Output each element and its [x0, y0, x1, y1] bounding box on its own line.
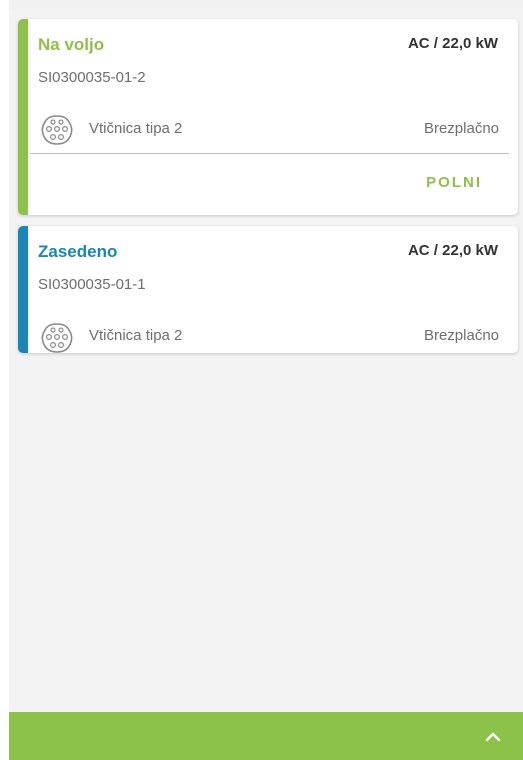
connector-id: SI0300035-01-1: [38, 276, 146, 293]
connector-id: SI0300035-01-2: [38, 69, 146, 86]
charge-button[interactable]: POLNI: [418, 168, 490, 197]
price-label: Brezplačno: [423, 120, 499, 137]
type2-plug-icon: [41, 323, 73, 353]
connector-card-available[interactable]: Na voljo AC / 22,0 kW SI0300035-01-2 Vti…: [18, 19, 518, 215]
connector-status: Na voljo: [38, 35, 105, 54]
plug-type-label: Vtičnica tipa 2: [89, 120, 183, 137]
price-label: Brezplačno: [423, 327, 499, 344]
status-stripe: [18, 19, 28, 215]
connector-power: AC / 22,0 kW: [407, 35, 498, 52]
connector-status: Zasedeno: [38, 242, 118, 261]
plug-type-label: Vtičnica tipa 2: [89, 327, 183, 344]
type2-plug-icon: [41, 115, 73, 145]
connector-list-screen: Na voljo AC / 22,0 kW SI0300035-01-2 Vti…: [0, 0, 523, 760]
bottom-bar[interactable]: [9, 712, 523, 760]
connector-power: AC / 22,0 kW: [407, 242, 498, 259]
card-divider: [30, 153, 509, 154]
connector-card-occupied[interactable]: Zasedeno AC / 22,0 kW SI0300035-01-1 Vti…: [18, 226, 518, 353]
chevron-up-icon[interactable]: [485, 729, 501, 745]
connector-list: Na voljo AC / 22,0 kW SI0300035-01-2 Vti…: [9, 0, 523, 712]
top-divider: [9, 0, 523, 10]
status-stripe: [18, 226, 28, 353]
